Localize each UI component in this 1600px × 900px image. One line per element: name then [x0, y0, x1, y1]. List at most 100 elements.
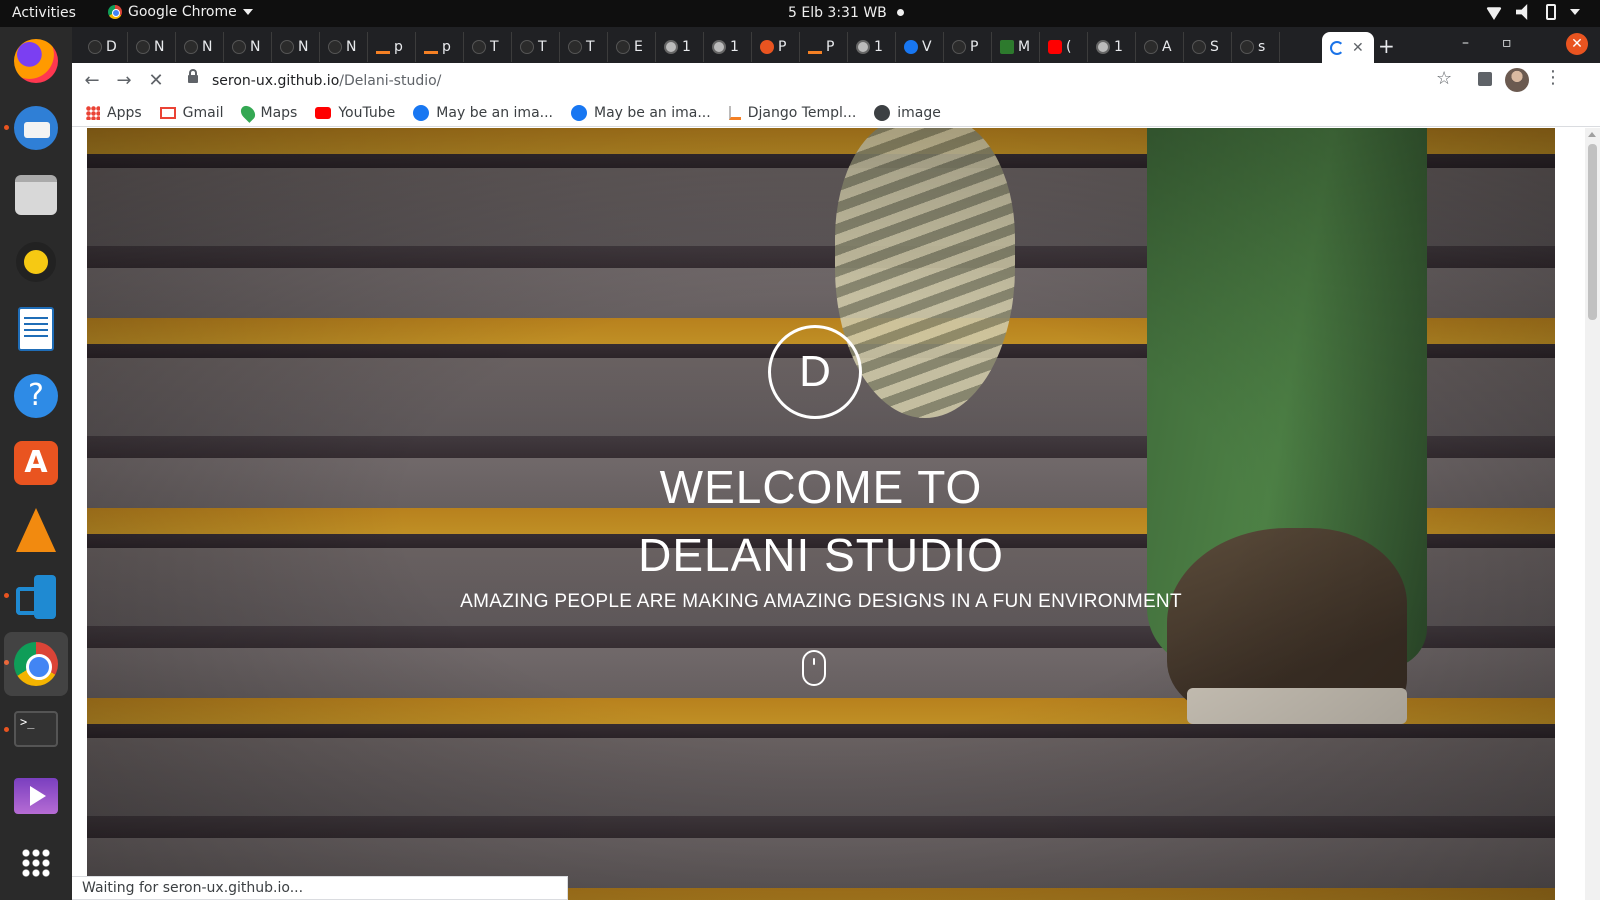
tab-0[interactable]: D	[80, 32, 128, 62]
tab-5[interactable]: N	[320, 32, 368, 62]
new-tab-button[interactable]: +	[1378, 34, 1395, 58]
caret-down-icon	[242, 9, 253, 15]
bookmark-2[interactable]: Maps	[237, 102, 297, 123]
system-menu[interactable]	[1486, 4, 1580, 20]
maximize-button[interactable]: ▫	[1502, 35, 1512, 51]
dock-rhythmbox[interactable]	[12, 238, 60, 286]
address-bar[interactable]: seron-ux.github.io/Delani-studio/	[180, 66, 1532, 96]
minimize-button[interactable]: –	[1462, 35, 1469, 51]
tab-11[interactable]: E	[608, 32, 656, 62]
thunderbird-icon	[14, 106, 58, 150]
dock-writer[interactable]	[12, 305, 60, 353]
bookmark-star-icon[interactable]: ☆	[1436, 68, 1452, 89]
tab-4[interactable]: N	[272, 32, 320, 62]
tab-13[interactable]: 1	[704, 32, 752, 62]
bookmark-4[interactable]: May be an ima...	[413, 104, 553, 121]
github-favicon-icon	[88, 40, 102, 54]
dock-files[interactable]	[12, 171, 60, 219]
tab-title: P	[826, 39, 835, 55]
writer-icon	[18, 307, 54, 351]
site-logo[interactable]: D	[768, 325, 862, 419]
tab-8[interactable]: T	[464, 32, 512, 62]
tab-title: D	[106, 39, 117, 55]
facebook-icon	[571, 104, 587, 121]
bookmark-label: Django Templ...	[747, 104, 857, 121]
github-favicon-icon	[232, 40, 246, 54]
activities-button[interactable]: Activities	[12, 5, 76, 21]
hero-section: D WELCOME TO DELANI STUDIO AMAZING PEOPL…	[87, 128, 1555, 900]
status-bubble: Waiting for seron-ux.github.io...	[72, 876, 568, 900]
bookmark-label: May be an ima...	[594, 104, 711, 121]
dock-chrome[interactable]	[4, 632, 68, 696]
window-close-button[interactable]: ✕	[1566, 33, 1588, 55]
dock-terminal[interactable]: >_	[12, 705, 60, 753]
dock-help[interactable]: ?	[12, 372, 60, 420]
tab-7[interactable]: p	[416, 32, 464, 62]
tab-10[interactable]: T	[560, 32, 608, 62]
hero-title-line-2: DELANI STUDIO	[638, 529, 1004, 581]
hero-title-line-1: WELCOME TO	[659, 461, 983, 513]
tab-title: P	[778, 39, 787, 55]
system-top-bar: Activities Google Chrome 5 Elb 3:31 WB	[0, 0, 1600, 27]
chrome-icon	[108, 5, 122, 19]
tab-12[interactable]: 1	[656, 32, 704, 62]
app-menu[interactable]: Google Chrome	[108, 4, 253, 20]
dock-software[interactable]: A	[12, 439, 60, 487]
github-favicon-icon	[280, 40, 294, 54]
bookmark-7[interactable]: image	[874, 104, 941, 121]
bookmark-6[interactable]: Django Templ...	[728, 104, 857, 121]
tab-16[interactable]: 1	[848, 32, 896, 62]
clock[interactable]: 5 Elb 3:31 WB	[788, 5, 887, 21]
menu-kebab-icon[interactable]: ⋮	[1544, 67, 1562, 88]
tab-21[interactable]: 1	[1088, 32, 1136, 62]
tab-24[interactable]: s	[1232, 32, 1280, 62]
maps-icon	[237, 102, 258, 123]
bookmark-5[interactable]: May be an ima...	[571, 104, 711, 121]
running-indicator-icon	[4, 593, 9, 598]
dock-vlc[interactable]	[12, 506, 60, 554]
tab-2[interactable]: N	[176, 32, 224, 62]
dock: ? A >_	[0, 27, 72, 900]
github-favicon-icon	[1144, 40, 1158, 54]
tab-20[interactable]: (	[1040, 32, 1088, 62]
dock-firefox[interactable]	[12, 37, 60, 85]
back-button[interactable]: ←	[80, 69, 104, 93]
tab-17[interactable]: V	[896, 32, 944, 62]
hero-content: D WELCOME TO DELANI STUDIO AMAZING PEOPL…	[87, 128, 1555, 900]
apps-icon	[86, 105, 100, 120]
page-scrollbar[interactable]	[1585, 128, 1600, 900]
profile-avatar[interactable]	[1505, 68, 1529, 92]
tab-9[interactable]: T	[512, 32, 560, 62]
tab-22[interactable]: A	[1136, 32, 1184, 62]
url-path: /Delani-studio/	[339, 73, 442, 89]
bookmark-1[interactable]: Gmail	[159, 105, 224, 121]
tab-18[interactable]: P	[944, 32, 992, 62]
github-favicon-icon	[952, 40, 966, 54]
dock-thunderbird[interactable]	[12, 104, 60, 152]
tab-1[interactable]: N	[128, 32, 176, 62]
tab-6[interactable]: p	[368, 32, 416, 62]
close-tab-icon[interactable]: ✕	[1352, 40, 1364, 56]
dock-videos[interactable]	[12, 772, 60, 820]
scroll-down-mouse-icon[interactable]	[802, 650, 826, 686]
tab-14[interactable]: P	[752, 32, 800, 62]
volume-icon	[1516, 4, 1528, 20]
tab-3[interactable]: N	[224, 32, 272, 62]
tab-15[interactable]: P	[800, 32, 848, 62]
tab-19[interactable]: M	[992, 32, 1040, 62]
tab-title: 1	[682, 39, 691, 55]
scrollbar-thumb[interactable]	[1588, 144, 1597, 320]
bookmark-0[interactable]: Apps	[86, 105, 142, 121]
scroll-up-arrow-icon[interactable]	[1588, 132, 1596, 137]
forward-button[interactable]: →	[112, 69, 136, 93]
github-favicon-icon	[184, 40, 198, 54]
stop-loading-button[interactable]: ✕	[144, 69, 168, 93]
tab-active[interactable]: ✕	[1322, 32, 1374, 63]
dock-vscode[interactable]	[12, 573, 60, 621]
dock-show-apps[interactable]	[12, 839, 60, 887]
extensions-icon[interactable]	[1478, 72, 1492, 86]
notification-dot-icon	[897, 9, 904, 16]
tab-23[interactable]: S	[1184, 32, 1232, 62]
running-indicator-icon	[4, 125, 9, 130]
bookmark-3[interactable]: YouTube	[315, 105, 395, 121]
